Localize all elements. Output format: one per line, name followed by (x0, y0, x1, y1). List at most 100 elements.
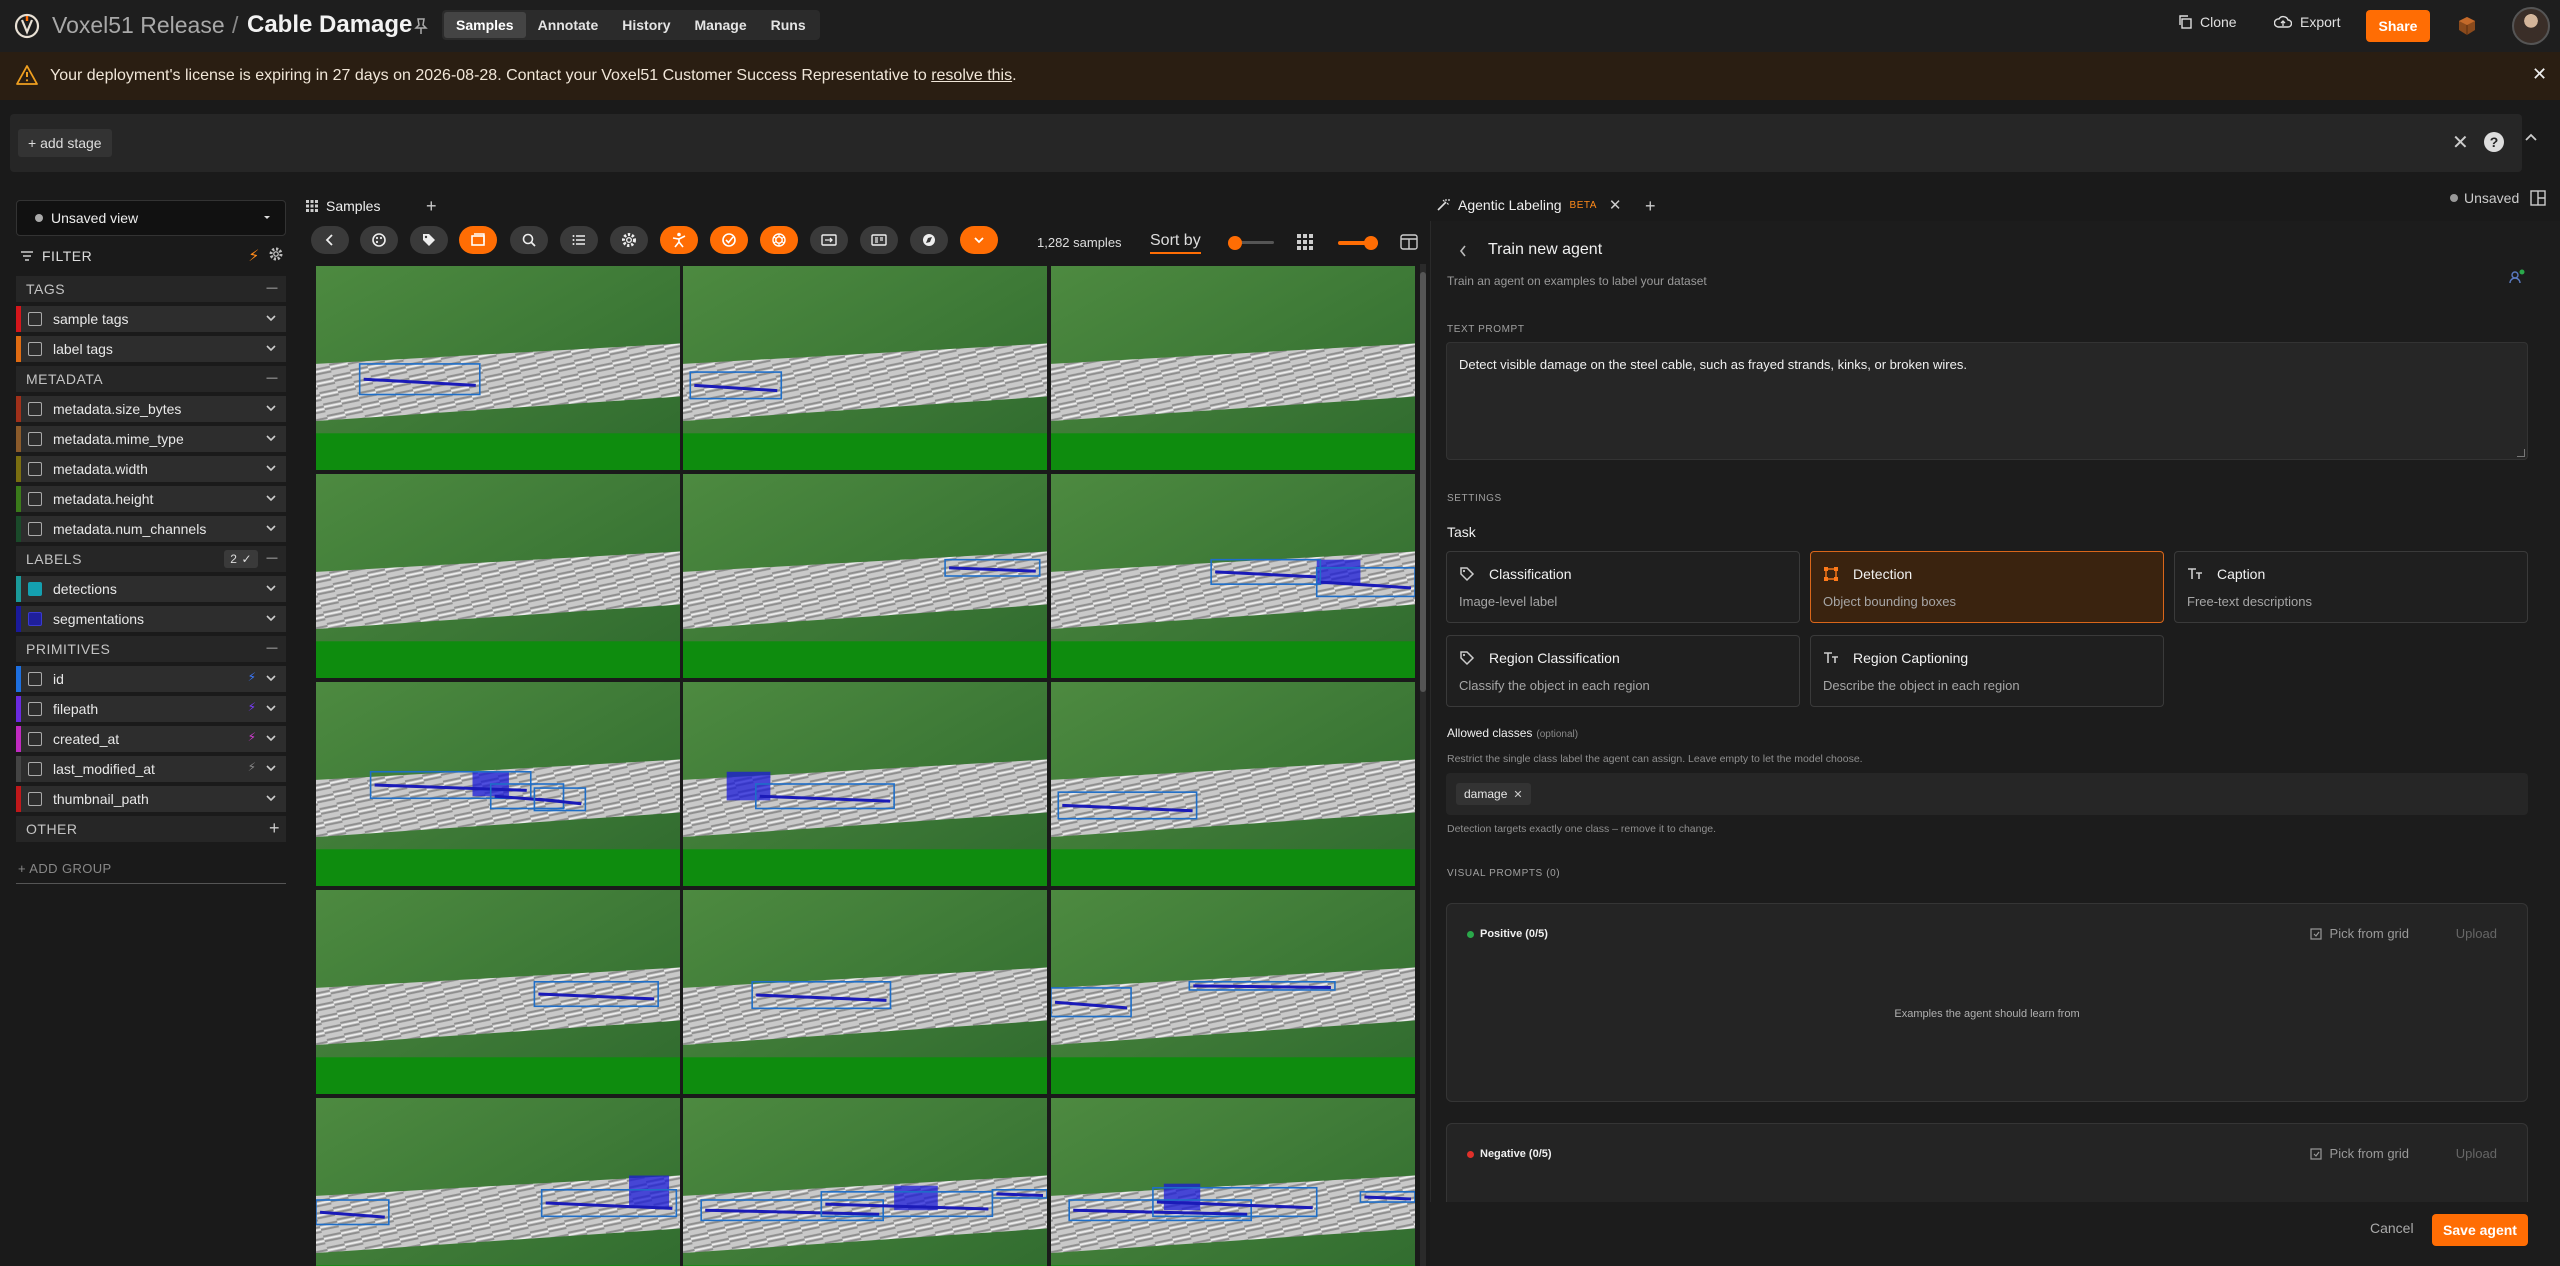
chevron-down-icon[interactable] (264, 581, 278, 595)
palette-button[interactable] (360, 226, 398, 254)
chevron-down-icon[interactable] (264, 761, 278, 775)
group-header-labels[interactable]: LABELS 2 ✓ — (16, 546, 286, 572)
openai-button[interactable] (760, 226, 798, 254)
group-header-primitives[interactable]: PRIMITIVES — (16, 636, 286, 662)
sample-tile[interactable] (1051, 266, 1415, 470)
crop-button[interactable] (459, 226, 497, 254)
chevron-down-icon[interactable] (264, 701, 278, 715)
mode-tab-manage[interactable]: Manage (683, 12, 759, 38)
resolve-link[interactable]: resolve this (931, 67, 1012, 84)
field-checkbox[interactable] (28, 792, 42, 806)
import-button[interactable] (810, 226, 848, 254)
group-header-other[interactable]: OTHER + (16, 816, 286, 842)
field-row[interactable]: last_modified_at ⚡ (16, 756, 286, 782)
task-option-region-captioning[interactable]: Region Captioning Describe the object in … (1810, 635, 2164, 707)
export-button[interactable]: Export (2274, 14, 2340, 30)
resize-handle-icon[interactable] (2517, 449, 2525, 457)
chevron-down-button[interactable] (960, 226, 998, 254)
sample-tile[interactable] (1051, 474, 1415, 678)
breadcrumb-dataset-group[interactable]: Voxel51 Release (52, 12, 225, 39)
field-row[interactable]: filepath ⚡ (16, 696, 286, 722)
view-select[interactable]: Unsaved view (16, 200, 286, 236)
grid-scrollbar[interactable] (1420, 264, 1426, 1266)
agents-icon[interactable] (2508, 268, 2526, 286)
task-option-detection[interactable]: Detection Object bounding boxes (1810, 551, 2164, 623)
page-title[interactable]: Cable Damage (247, 11, 412, 39)
list-button[interactable] (560, 226, 598, 254)
field-row[interactable]: metadata.height (16, 486, 286, 512)
sample-tile[interactable] (683, 266, 1047, 470)
pick-from-grid-button[interactable]: Pick from grid (2309, 926, 2409, 941)
cancel-button[interactable]: Cancel (2370, 1220, 2414, 1236)
field-checkbox[interactable] (28, 432, 42, 446)
text-prompt-input[interactable]: Detect visible damage on the steel cable… (1446, 342, 2528, 460)
mode-tab-history[interactable]: History (610, 12, 682, 38)
field-row[interactable]: thumbnail_path (16, 786, 286, 812)
field-row[interactable]: created_at ⚡ (16, 726, 286, 752)
task-option-region-classification[interactable]: Region Classification Classify the object… (1446, 635, 1800, 707)
chevron-down-icon[interactable] (264, 611, 278, 625)
mode-tab-runs[interactable]: Runs (759, 12, 818, 38)
collapse-group-icon[interactable]: — (267, 552, 279, 564)
close-banner-icon[interactable]: ✕ (2532, 64, 2547, 85)
upload-button[interactable]: Upload (2456, 1146, 2497, 1161)
field-checkbox[interactable] (28, 702, 42, 716)
share-button[interactable]: Share (2366, 10, 2430, 42)
field-checkbox[interactable] (28, 462, 42, 476)
sample-tile[interactable] (316, 474, 680, 678)
chevron-down-icon[interactable] (264, 461, 278, 475)
group-header-metadata[interactable]: METADATA — (16, 366, 286, 392)
sample-tile[interactable] (683, 890, 1047, 1094)
cube-icon[interactable] (2455, 14, 2479, 38)
sort-by-button[interactable]: Sort by (1150, 232, 1201, 254)
field-row[interactable]: label tags (16, 336, 286, 362)
field-row[interactable]: metadata.num_channels (16, 516, 286, 542)
chevron-down-icon[interactable] (264, 731, 278, 745)
chevron-down-icon[interactable] (264, 431, 278, 445)
sample-tile[interactable] (316, 1098, 680, 1266)
person-pose-button[interactable] (660, 226, 698, 254)
field-checkbox[interactable] (28, 492, 42, 506)
clear-view-icon[interactable]: ✕ (2452, 130, 2469, 155)
back-icon[interactable] (1458, 244, 1468, 258)
back-button[interactable] (311, 226, 349, 254)
help-icon[interactable]: ? (2484, 132, 2504, 152)
sample-tile[interactable] (683, 474, 1047, 678)
field-row[interactable]: segmentations (16, 606, 286, 632)
field-checkbox[interactable] (28, 732, 42, 746)
field-row[interactable]: metadata.width (16, 456, 286, 482)
field-checkbox[interactable] (28, 612, 42, 626)
layout-icon[interactable] (2530, 190, 2546, 206)
sample-tile[interactable] (683, 1098, 1047, 1266)
sample-tile[interactable] (316, 890, 680, 1094)
field-row[interactable]: sample tags (16, 306, 286, 332)
collapse-icon[interactable] (2524, 132, 2538, 142)
field-row[interactable]: detections (16, 576, 286, 602)
tag-button[interactable] (410, 226, 448, 254)
collapse-group-icon[interactable]: — (267, 282, 279, 294)
sample-tile[interactable] (1051, 890, 1415, 1094)
add-panel-icon[interactable]: + (1645, 196, 1656, 217)
close-tab-icon[interactable]: ✕ (1609, 196, 1622, 214)
voxel51-logo-icon[interactable] (14, 13, 40, 39)
map-button[interactable] (910, 226, 948, 254)
labels-count-badge[interactable]: 2 ✓ (224, 550, 258, 568)
field-checkbox[interactable] (28, 402, 42, 416)
scrollbar-thumb[interactable] (1420, 272, 1426, 692)
field-checkbox[interactable] (28, 342, 42, 356)
sample-tile[interactable] (316, 682, 680, 886)
sample-tile[interactable] (316, 266, 680, 470)
collapse-group-icon[interactable]: — (267, 642, 279, 654)
chevron-down-icon[interactable] (264, 491, 278, 505)
gear-icon[interactable] (268, 246, 284, 262)
chevron-down-icon[interactable] (264, 671, 278, 685)
field-checkbox[interactable] (28, 762, 42, 776)
collapse-group-icon[interactable]: — (267, 372, 279, 384)
chevron-down-icon[interactable] (264, 791, 278, 805)
add-panel-icon[interactable]: + (426, 196, 437, 217)
check-circle-button[interactable] (710, 226, 748, 254)
field-checkbox[interactable] (28, 312, 42, 326)
group-header-tags[interactable]: TAGS — (16, 276, 286, 302)
field-checkbox[interactable] (28, 672, 42, 686)
task-option-caption[interactable]: Caption Free-text descriptions (2174, 551, 2528, 623)
